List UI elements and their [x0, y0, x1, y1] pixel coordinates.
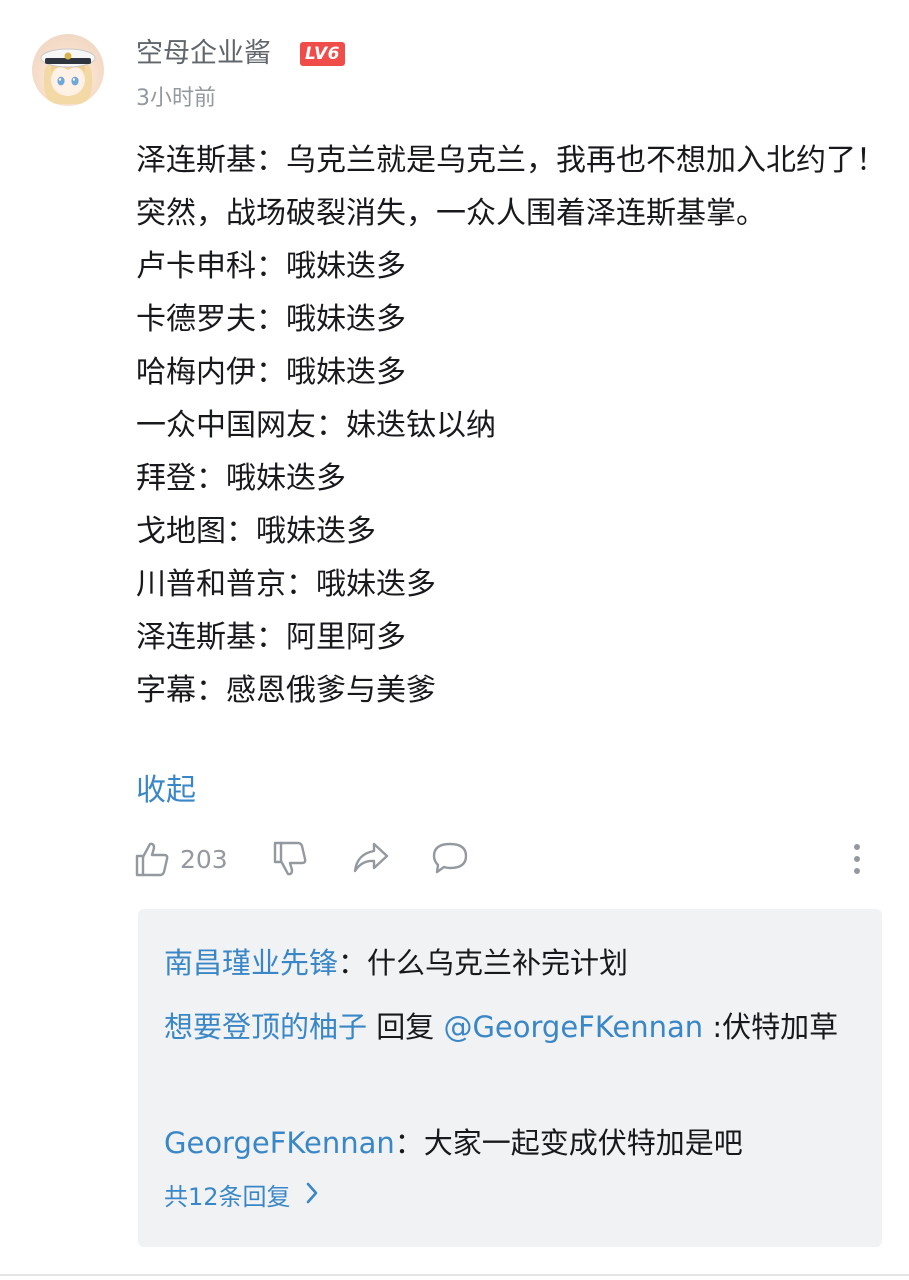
- avatar[interactable]: [32, 34, 104, 106]
- username[interactable]: 空母企业酱: [136, 36, 271, 72]
- divider: [0, 1274, 909, 1276]
- reply-item: 南昌瑾业先锋：什么乌克兰补完计划: [164, 937, 844, 989]
- reply-text: 什么乌克兰补完计划: [367, 946, 629, 980]
- comment-line: 突然，战场破裂消失，一众人围着泽连斯基掌。: [136, 196, 766, 231]
- comment-line: 川普和普京：哦妹迭多: [136, 567, 436, 602]
- comment-line: 卢卡申科：哦妹迭多: [136, 249, 406, 284]
- reply-preview-box: 南昌瑾业先锋：什么乌克兰补完计划 想要登顶的柚子 回复 @GeorgeFKenn…: [138, 909, 882, 1247]
- comment-line: 泽连斯基：阿里阿多: [136, 620, 406, 655]
- chevron-right-icon: [305, 1171, 319, 1223]
- reply-item: GeorgeFKennan：大家一起变成伏特加是吧: [164, 1117, 844, 1169]
- reply-author[interactable]: 南昌瑾业先锋: [164, 946, 338, 980]
- more-vertical-icon: [850, 840, 864, 878]
- reply-separator: ：: [394, 1126, 424, 1160]
- comment-timestamp: 3小时前: [136, 86, 216, 111]
- thumbs-down-icon: [272, 840, 308, 878]
- comment-bubble-icon: [430, 840, 470, 878]
- reply-button[interactable]: [430, 840, 470, 878]
- dislike-button[interactable]: [272, 840, 308, 878]
- more-options-button[interactable]: [850, 840, 864, 878]
- comment-line: 一众中国网友：妹迭钛以纳: [136, 408, 496, 443]
- comment-line: 字幕：感恩俄爹与美爹: [136, 673, 436, 708]
- reply-keyword: 回复: [367, 1010, 444, 1044]
- view-all-replies-link[interactable]: 共12条回复: [164, 1171, 319, 1223]
- comment-actions: 203: [0, 832, 909, 888]
- comment-line: 卡德罗夫：哦妹迭多: [136, 302, 406, 337]
- comment-text: 泽连斯基：乌克兰就是乌克兰，我再也不想加入北约了！ 突然，战场破裂消失，一众人围…: [136, 134, 886, 717]
- reply-text: :伏特加草: [703, 1010, 839, 1044]
- reply-separator: ：: [338, 946, 368, 980]
- reply-mention[interactable]: @GeorgeFKennan: [443, 1010, 703, 1044]
- like-count: 203: [180, 844, 228, 874]
- more-replies-label: 共12条回复: [164, 1183, 291, 1211]
- reply-author[interactable]: 想要登顶的柚子: [164, 1010, 367, 1044]
- comment-line: 泽连斯基：乌克兰就是乌克兰，我再也不想加入北约了！: [136, 143, 886, 178]
- thumbs-up-icon: [134, 840, 170, 878]
- level-badge: LV6: [300, 42, 345, 66]
- like-button[interactable]: 203: [134, 840, 228, 878]
- comment-line: 戈地图：哦妹迭多: [136, 514, 376, 549]
- reply-text: 大家一起变成伏特加是吧: [423, 1126, 743, 1160]
- comment-line: 哈梅内伊：哦妹迭多: [136, 355, 406, 390]
- collapse-button[interactable]: 收起: [136, 766, 196, 816]
- reply-author[interactable]: GeorgeFKennan: [164, 1126, 395, 1160]
- share-icon: [352, 840, 390, 876]
- comment-line: 拜登：哦妹迭多: [136, 461, 346, 496]
- reply-item: 想要登顶的柚子 回复 @GeorgeFKennan :伏特加草: [164, 1001, 844, 1053]
- share-button[interactable]: [352, 840, 390, 876]
